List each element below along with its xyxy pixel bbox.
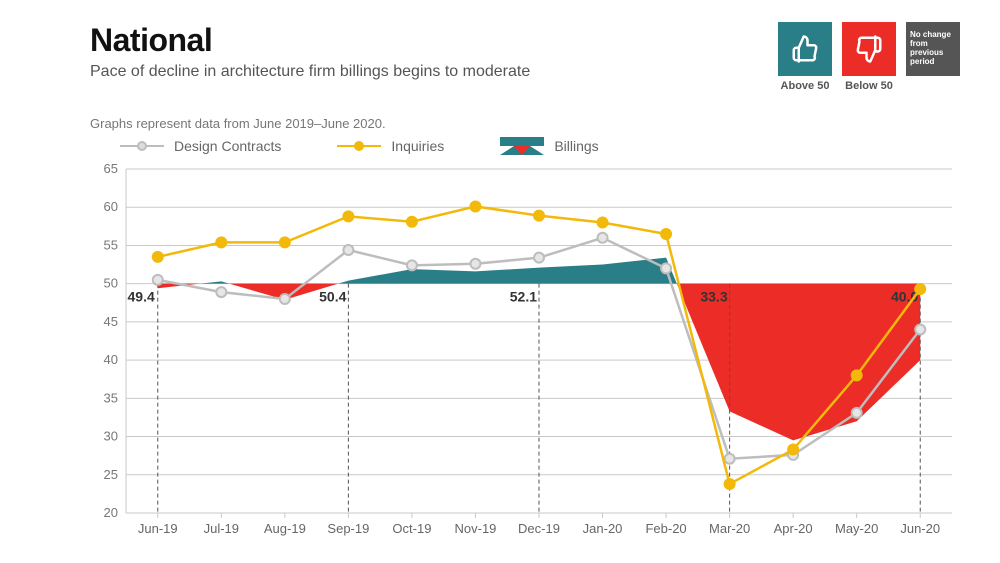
page-title: National (90, 22, 530, 59)
legend-design-contracts: Design Contracts (120, 138, 281, 154)
svg-text:35: 35 (104, 390, 118, 405)
svg-text:Dec-19: Dec-19 (518, 521, 560, 536)
svg-text:65: 65 (104, 161, 118, 176)
svg-text:Nov-19: Nov-19 (455, 521, 497, 536)
series-legend: Design Contracts Inquiries Billings (90, 137, 960, 155)
subtitle: Pace of decline in architecture firm bil… (90, 63, 530, 81)
svg-text:52.1: 52.1 (510, 289, 537, 305)
svg-text:49.4: 49.4 (128, 289, 155, 305)
svg-text:55: 55 (104, 237, 118, 252)
svg-text:May-20: May-20 (835, 521, 878, 536)
chart-container: National Pace of decline in architecture… (0, 0, 1000, 563)
legend-marker-billings (500, 137, 544, 155)
chart-svg: 2025303540455055606549.450.452.133.340.0… (90, 161, 960, 541)
badge-above-label: Above 50 (781, 80, 830, 92)
thumbs-down-icon (842, 22, 896, 76)
titles: National Pace of decline in architecture… (90, 22, 530, 81)
svg-text:30: 30 (104, 429, 118, 444)
svg-text:Oct-19: Oct-19 (392, 521, 431, 536)
chart: 2025303540455055606549.450.452.133.340.0… (90, 161, 960, 541)
thumbs-up-icon (778, 22, 832, 76)
no-change-icon: No change from previous period (906, 22, 960, 76)
badge-below-50: Below 50 (842, 22, 896, 92)
legend-label: Design Contracts (174, 138, 281, 154)
legend-inquiries: Inquiries (337, 138, 444, 154)
svg-text:60: 60 (104, 199, 118, 214)
legend-billings: Billings (500, 137, 598, 155)
svg-text:Sep-19: Sep-19 (327, 521, 369, 536)
badge-no-change: No change from previous period (906, 22, 960, 92)
svg-text:Aug-19: Aug-19 (264, 521, 306, 536)
legend-label: Billings (554, 138, 598, 154)
svg-text:Jul-19: Jul-19 (204, 521, 239, 536)
svg-text:Apr-20: Apr-20 (774, 521, 813, 536)
svg-text:Jan-20: Jan-20 (583, 521, 623, 536)
svg-text:Jun-19: Jun-19 (138, 521, 178, 536)
svg-text:45: 45 (104, 314, 118, 329)
badge-above-50: Above 50 (778, 22, 832, 92)
svg-text:50: 50 (104, 276, 118, 291)
header: National Pace of decline in architecture… (90, 22, 960, 92)
no-change-text: No change from previous period (910, 31, 956, 66)
date-note: Graphs represent data from June 2019–Jun… (90, 116, 960, 131)
svg-text:Jun-20: Jun-20 (900, 521, 940, 536)
svg-text:33.3: 33.3 (700, 289, 727, 305)
status-badges: Above 50 Below 50 No change from previou… (778, 22, 960, 92)
legend-label: Inquiries (391, 138, 444, 154)
badge-below-label: Below 50 (845, 80, 893, 92)
svg-text:Feb-20: Feb-20 (645, 521, 686, 536)
svg-text:25: 25 (104, 467, 118, 482)
svg-text:Mar-20: Mar-20 (709, 521, 750, 536)
svg-text:20: 20 (104, 505, 118, 520)
svg-text:40: 40 (104, 352, 118, 367)
svg-text:50.4: 50.4 (319, 289, 346, 305)
